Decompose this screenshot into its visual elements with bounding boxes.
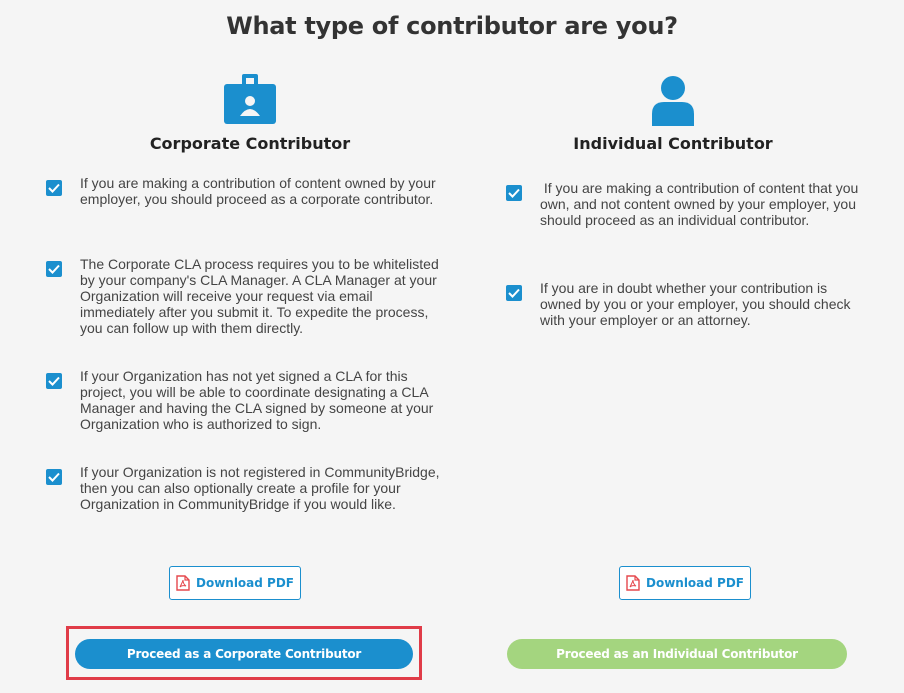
download-pdf-button-corporate[interactable]: Download PDF (169, 566, 301, 600)
download-label: Download PDF (645, 576, 744, 590)
proceed-individual-button[interactable]: Proceed as an Individual Contributor (507, 639, 847, 669)
checkbox-label: If you are making a contribution of cont… (540, 180, 863, 228)
checkbox-label: If your Organization has not yet signed … (80, 368, 434, 432)
pdf-icon (626, 575, 640, 591)
pdf-icon (176, 575, 190, 591)
corporate-heading: Corporate Contributor (149, 134, 351, 153)
checkbox[interactable] (506, 185, 522, 201)
individual-heading: Individual Contributor (573, 134, 773, 153)
checkbox[interactable] (46, 373, 62, 389)
checkbox[interactable] (46, 469, 62, 485)
page-title: What type of contributor are you? (226, 12, 678, 40)
checkbox-label: If you are making a contribution of cont… (80, 175, 436, 207)
checkbox-label: If you are in doubt whether your contrib… (540, 280, 851, 328)
checkbox[interactable] (506, 285, 522, 301)
checkbox[interactable] (46, 261, 62, 277)
checkbox[interactable] (46, 180, 62, 196)
download-label: Download PDF (195, 576, 294, 590)
checkbox-label: If your Organization is not registered i… (80, 464, 440, 512)
checkbox-label: The Corporate CLA process requires you t… (80, 256, 439, 336)
user-icon (645, 74, 701, 126)
id-badge-icon (222, 74, 278, 126)
proceed-corporate-button[interactable]: Proceed as a Corporate Contributor (75, 639, 413, 669)
download-pdf-button-individual[interactable]: Download PDF (619, 566, 751, 600)
